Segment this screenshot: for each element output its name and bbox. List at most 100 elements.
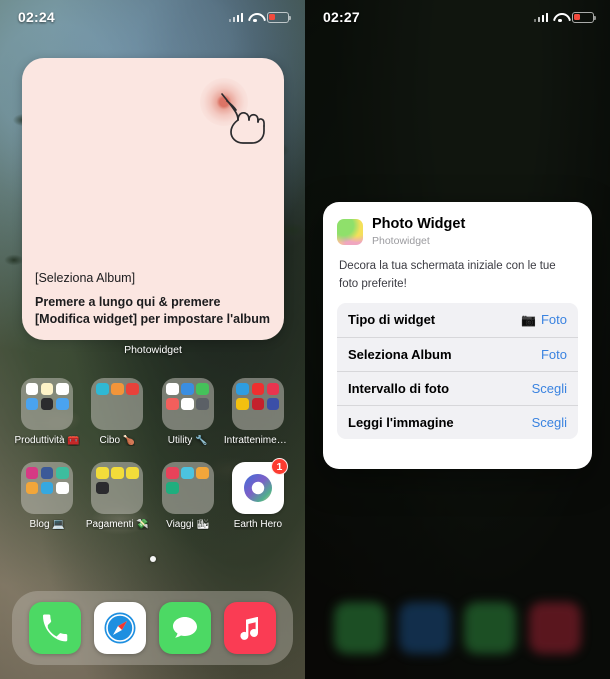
folder-mini-icon (40, 466, 54, 480)
folder-icon[interactable] (21, 462, 74, 514)
left-home-screen: 02:24 [Seleziona Album] Premere a lungo … (0, 0, 305, 679)
folder-mini-icon (96, 398, 109, 411)
panel-option-label: Tipo di widget (348, 312, 436, 328)
messages-icon (173, 617, 198, 638)
panel-option-row[interactable]: Tipo di widget 📷 Foto (337, 303, 578, 337)
folder-mini-icon (111, 466, 124, 480)
folder-mini-icon (55, 481, 69, 495)
phone-icon (42, 614, 67, 642)
panel-option-row[interactable]: Seleziona Album Foto (337, 336, 578, 371)
folder-mini-icon (56, 497, 69, 510)
app-icon-earth-hero[interactable]: 1 (231, 458, 288, 514)
notification-badge: 1 (270, 458, 288, 475)
folder-mini-icon (166, 413, 179, 426)
dock-icon-music[interactable] (224, 602, 277, 654)
folder-mini-icon (166, 466, 179, 480)
folder-mini-icon (196, 497, 209, 510)
dock-icon-safari[interactable] (93, 602, 146, 654)
folder-mini-icon (236, 413, 249, 426)
app-cell: Produttività 🧰 (12, 378, 82, 446)
folder-mini-icon (252, 413, 265, 426)
folder-mini-icon (41, 497, 54, 510)
folder-icon[interactable] (161, 462, 214, 514)
folder-mini-icon (111, 398, 124, 411)
status-indicators (228, 11, 292, 23)
panel-option-value[interactable]: Scegli (532, 415, 567, 430)
dock-icon-messages[interactable] (159, 602, 212, 654)
folder-mini-icon (40, 382, 54, 396)
dock-dimmed (317, 591, 598, 665)
folder-mini-icon (166, 397, 179, 411)
panel-option-value-text: Scegli (531, 414, 567, 430)
folder-mini-icon (266, 382, 280, 396)
wifi-icon (248, 12, 262, 23)
folder-mini-icon (111, 497, 124, 510)
folder-mini-icon (56, 413, 69, 426)
panel-options-list: Tipo di widget 📷 Foto Seleziona Album Foto In… (337, 302, 578, 439)
folder-mini-icon (196, 482, 209, 495)
folder-mini-icon (181, 497, 194, 510)
page-dots[interactable] (0, 556, 305, 562)
panel-app-title: Photo Widget (372, 216, 466, 232)
camera-icon: 📷 (521, 312, 536, 327)
folder-mini-icon (196, 397, 210, 411)
panel-header-text: Photo Widget Photowidget (372, 216, 465, 247)
tap-hand-icon (221, 93, 265, 144)
folder-icon[interactable] (21, 378, 74, 430)
app-label: Viaggi 🏙 (166, 519, 210, 530)
app-label: Earth Hero (233, 519, 283, 530)
app-label: Blog 💻 (29, 519, 65, 530)
right-home-screen-dimmed: 02:27 Photo Widget Photowidget Decora la… (305, 0, 610, 679)
dock-icon-phone[interactable] (28, 602, 81, 654)
wifi-icon (553, 12, 567, 23)
folder-icon[interactable] (91, 462, 144, 514)
app-cell: Blog 💻 (12, 462, 82, 530)
dock-icon-music (529, 602, 582, 654)
panel-header: Photo Widget Photowidget (337, 216, 578, 247)
widget-album-placeholder: [Seleziona Album] (35, 270, 136, 285)
safari-icon (104, 612, 136, 644)
panel-option-value[interactable]: Foto (541, 347, 567, 362)
folder-mini-icon (95, 466, 109, 480)
folder-mini-icon (25, 481, 39, 495)
app-label: Intrattenimento... (223, 435, 292, 446)
app-cell: Viaggi 🏙 (153, 462, 223, 530)
panel-option-value-text: Foto (540, 312, 567, 328)
panel-option-row[interactable]: Intervallo di foto Scegli (337, 370, 578, 405)
folder-mini-icon (126, 466, 139, 480)
photo-widget[interactable]: [Seleziona Album] Premere a lungo qui & … (22, 58, 284, 340)
folder-mini-icon (166, 481, 179, 495)
folder-mini-icon (267, 413, 280, 426)
folder-mini-icon (126, 482, 139, 495)
folder-icon[interactable] (161, 378, 214, 430)
panel-app-subtitle: Photowidget (372, 235, 430, 248)
folder-icon[interactable] (231, 378, 284, 430)
panel-option-row[interactable]: Leggi l'immagine Scegli (337, 404, 578, 439)
widget-hint-text: Premere a lungo qui & premere [Modifica … (35, 295, 270, 327)
app-grid: Produttività 🧰 Cibo 🍗 Utility 🔧 Intrattenim… (12, 378, 293, 530)
app-label: Produttività 🧰 (14, 435, 80, 446)
dock (12, 591, 293, 665)
panel-option-label: Intervallo di foto (348, 380, 450, 396)
folder-icon[interactable] (91, 378, 144, 430)
panel-description: Decora la tua schermata iniziale con le … (339, 260, 556, 290)
folder-mini-icon (251, 382, 265, 396)
folder-mini-icon (96, 497, 109, 510)
folder-mini-icon (181, 397, 194, 411)
page-dot-active[interactable] (149, 556, 156, 562)
folder-mini-icon (181, 382, 194, 396)
tap-gesture-indicator (194, 74, 268, 146)
folder-mini-icon (41, 413, 54, 426)
app-label: Utility 🔧 (167, 435, 208, 446)
folder-mini-icon (40, 481, 54, 495)
status-bar-left: 02:24 (0, 0, 305, 34)
app-cell: 1 Earth Hero (223, 458, 293, 530)
app-cell: Utility 🔧 (153, 378, 223, 446)
folder-mini-icon (95, 382, 109, 396)
panel-option-value[interactable]: Scegli (532, 381, 567, 396)
folder-mini-icon (196, 382, 210, 396)
panel-option-value[interactable]: 📷 Foto (521, 312, 567, 327)
folder-mini-icon (251, 397, 265, 411)
folder-mini-icon (25, 466, 39, 480)
folder-mini-icon (236, 397, 250, 411)
